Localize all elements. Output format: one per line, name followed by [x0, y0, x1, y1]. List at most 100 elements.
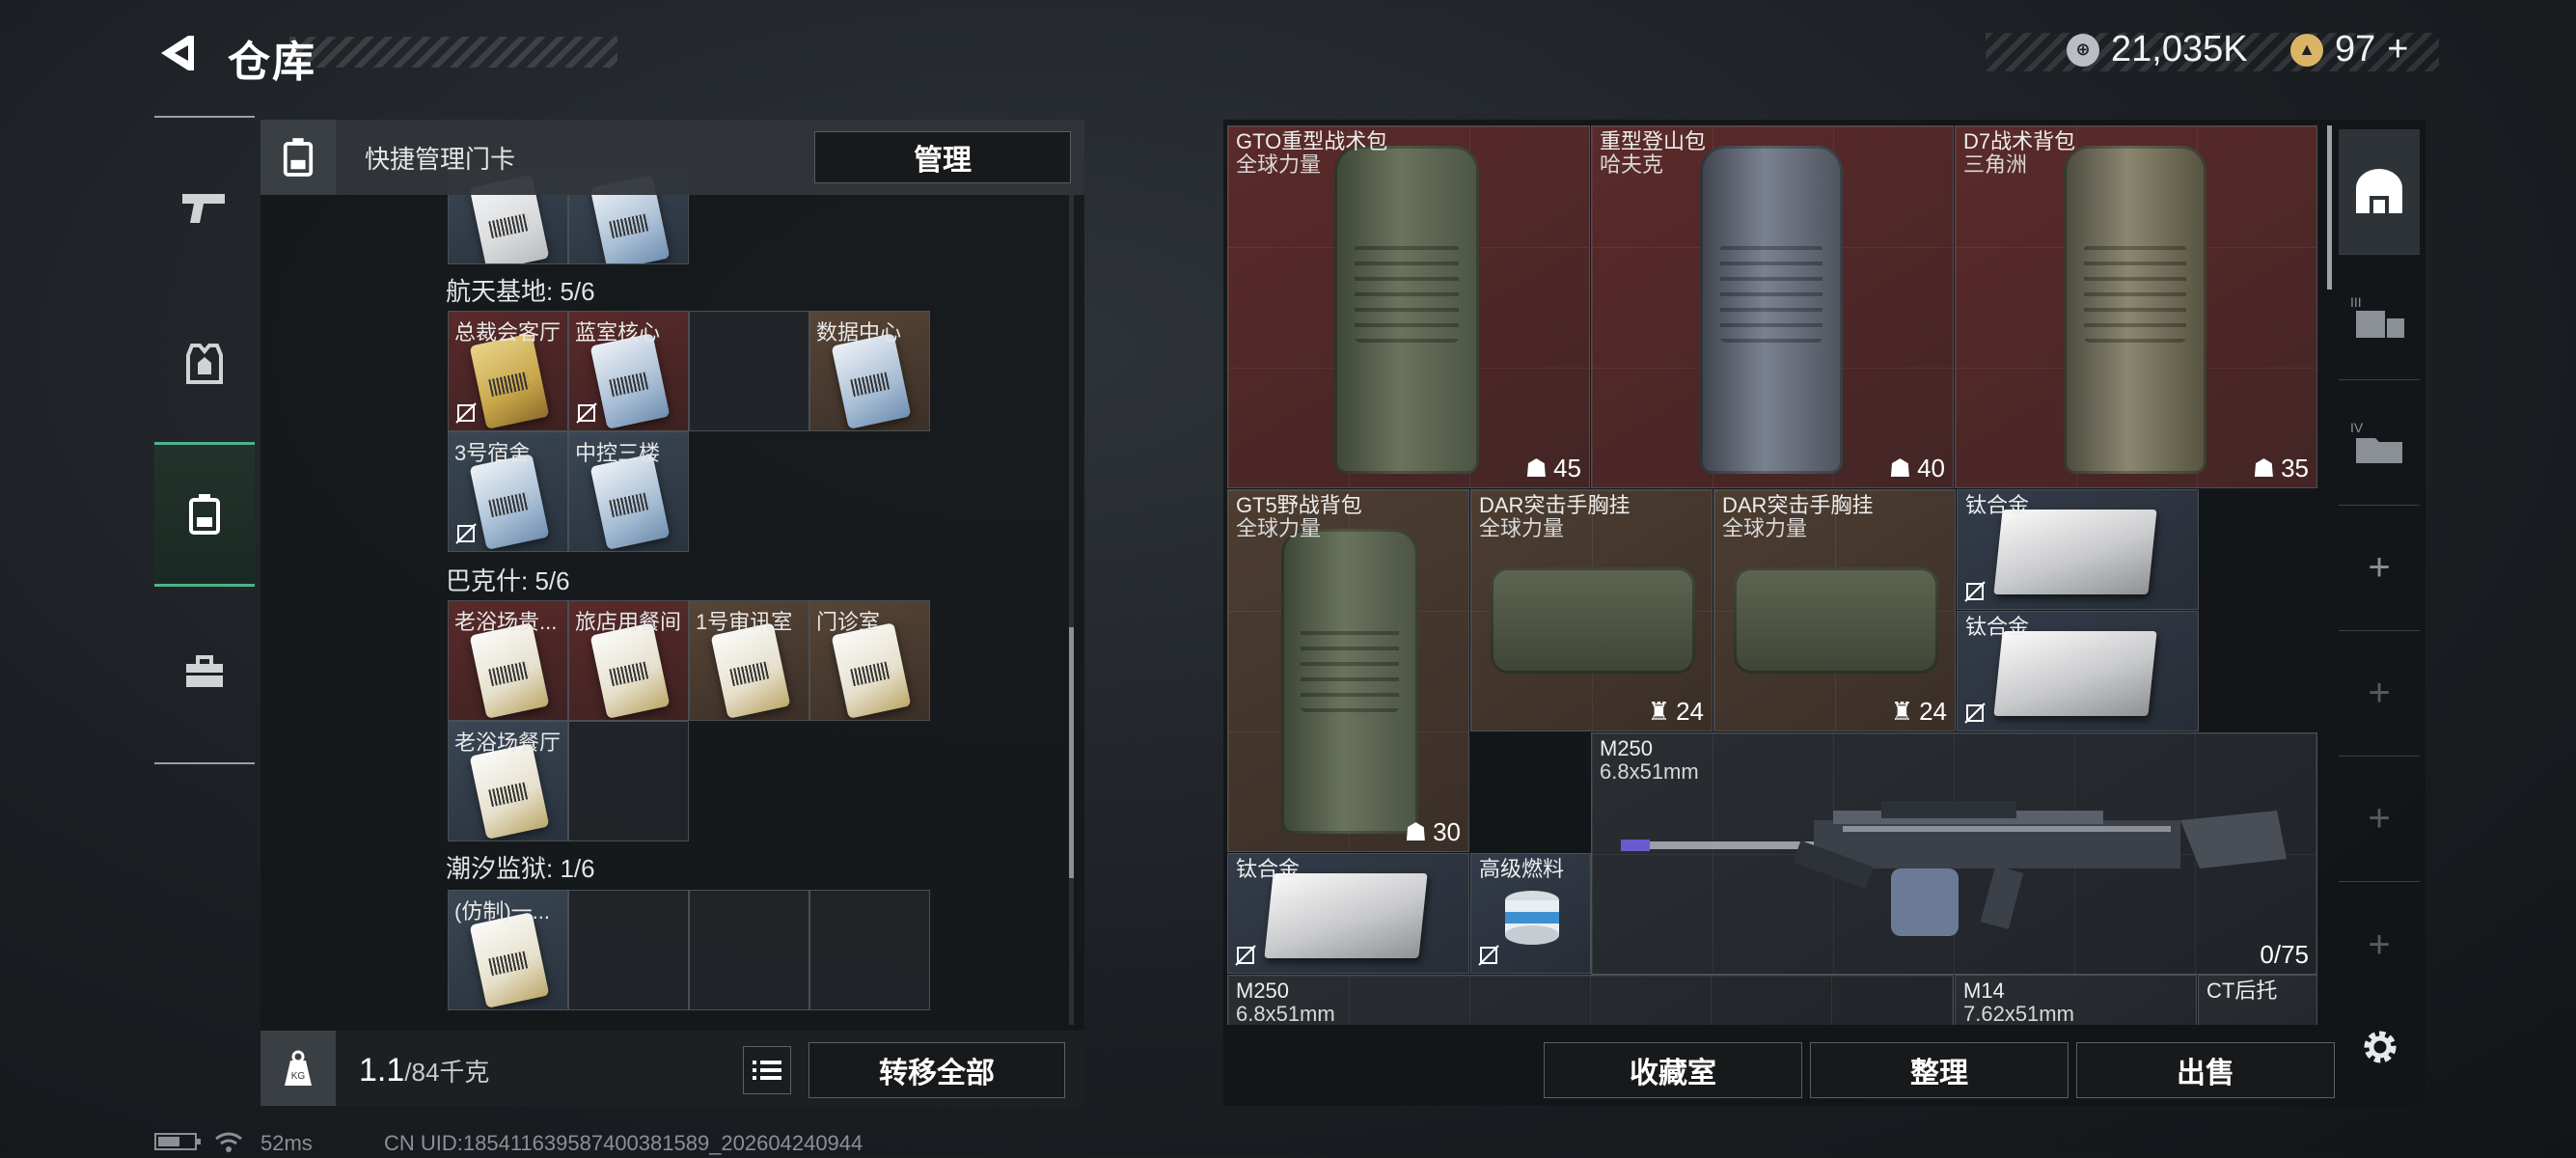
keycard-slot-empty[interactable]: [689, 890, 809, 1010]
manage-button[interactable]: 管理: [814, 131, 1071, 183]
keycard-slot[interactable]: 门诊室: [809, 600, 930, 721]
item-caliber: 7.62x51mm: [1963, 1002, 2074, 1026]
gear-icon: [2364, 1031, 2397, 1063]
rail-armor[interactable]: [154, 291, 255, 436]
keycard-slot-empty[interactable]: [689, 311, 809, 431]
item-caliber: 6.8x51mm: [1600, 759, 1699, 784]
stash-item-m14[interactable]: M14 7.62x51mm: [1955, 975, 2197, 1025]
transfer-all-button[interactable]: 转移全部: [808, 1042, 1065, 1098]
keycard-image: [831, 333, 912, 429]
rail-toolbox[interactable]: [154, 600, 255, 745]
keycard-slot[interactable]: 旅店用餐间: [568, 600, 689, 721]
fuel-can-image: [1505, 891, 1559, 945]
plus-icon: +: [2368, 923, 2391, 966]
keycard-slot[interactable]: 1号审讯室: [689, 600, 809, 721]
money-coin-icon: ⊕: [2067, 33, 2099, 67]
collection-room-button[interactable]: 收藏室: [1544, 1042, 1802, 1098]
keycard-slot[interactable]: 数据中心: [809, 311, 930, 431]
keycard-label: 老浴场贵...: [454, 610, 558, 634]
sell-button[interactable]: 出售: [2076, 1042, 2335, 1098]
keycard-label: (仿制)一...: [454, 899, 550, 924]
keycard-slot-empty[interactable]: [568, 721, 689, 841]
keycard-slot[interactable]: (仿制)一...: [448, 890, 568, 1010]
stash-item-backpack[interactable]: D7战术背包 三角洲 ☗ 35: [1955, 125, 2317, 488]
keycard-slot-empty[interactable]: [568, 890, 689, 1010]
add-stash-tab-button[interactable]: +: [2339, 506, 2420, 631]
stash-scrollbar-thumb[interactable]: [2327, 125, 2332, 290]
battery-icon: [154, 1131, 203, 1158]
keycard-image: [589, 454, 671, 550]
armor-vest-icon: [186, 344, 223, 384]
stash-item-fuel[interactable]: 高级燃料: [1470, 853, 1591, 974]
keycard-slot-empty[interactable]: [809, 890, 930, 1010]
add-stash-tab-button[interactable]: +: [2339, 757, 2420, 882]
titanium-ingot-image: [1264, 873, 1428, 958]
coin-display[interactable]: ▲ 97 +: [2290, 29, 2408, 70]
keycard-label: 总裁会客厅: [454, 320, 562, 345]
settings-button[interactable]: [2356, 1023, 2404, 1071]
keycard-slot[interactable]: 蓝室核心: [568, 311, 689, 431]
item-brand: 哈夫克: [1600, 152, 1664, 177]
slots-icon: ♜: [1890, 697, 1914, 726]
add-stash-tab-button[interactable]: +: [2339, 882, 2420, 1007]
stash-item-m250[interactable]: M250 6.8x51mm 0/75: [1591, 732, 2317, 975]
no-trade-icon: [455, 402, 477, 424]
back-button[interactable]: [152, 29, 201, 77]
keycard-image: [831, 622, 912, 719]
chest-rig-image: [1734, 567, 1938, 674]
stash-tab-3[interactable]: III: [2339, 255, 2420, 380]
no-trade-icon: [1964, 703, 1986, 724]
keycard-label: 3号宿舍: [454, 441, 531, 465]
rail-keycards[interactable]: [154, 442, 255, 587]
stash-item-m250[interactable]: M250 6.8x51mm: [1227, 975, 1954, 1025]
keycard-image: [469, 622, 550, 719]
keycard-image: [710, 622, 791, 719]
backpack-image: [2064, 146, 2206, 474]
keycard-holder-icon: [260, 120, 336, 195]
stash-item-backpack[interactable]: GT5野战背包 全球力量 ☗ 30: [1227, 489, 1469, 852]
keycard-slot[interactable]: 3号宿舍: [448, 431, 568, 552]
keycard-scrollbar-thumb[interactable]: [1069, 627, 1074, 878]
no-trade-icon: [1964, 581, 1986, 602]
stash-item-stock[interactable]: CT后托: [2198, 975, 2317, 1025]
keycard-slot[interactable]: 总裁会客厅: [448, 311, 568, 431]
keycard-label: 门诊室: [816, 610, 881, 634]
weight-readout: 1.1/84千克: [359, 1052, 489, 1089]
list-view-button[interactable]: [743, 1046, 791, 1094]
item-brand: 全球力量: [1236, 152, 1322, 177]
category-rail: [154, 116, 255, 764]
no-trade-icon: [1478, 945, 1499, 966]
stash-item-titanium[interactable]: 钛合金: [1957, 611, 2199, 731]
add-stash-tab-button[interactable]: +: [2339, 631, 2420, 757]
stash-item-backpack[interactable]: 重型登山包 哈夫克 ☗ 40: [1591, 125, 1954, 488]
item-name: 高级燃料: [1479, 857, 1565, 881]
item-name: 钛合金: [1965, 615, 2030, 639]
plus-icon: +: [2368, 797, 2391, 840]
keycard-slot[interactable]: 老浴场贵...: [448, 600, 568, 721]
item-name: 钛合金: [1236, 857, 1301, 881]
keycard-slot[interactable]: 老浴场餐厅: [448, 721, 568, 841]
no-trade-icon: [1235, 945, 1256, 966]
sort-button[interactable]: 整理: [1810, 1042, 2069, 1098]
stash-item-backpack[interactable]: GTO重型战术包 全球力量 ☗ 45: [1227, 125, 1590, 488]
rail-weapons[interactable]: [154, 135, 255, 280]
stash-tab-main[interactable]: [2339, 129, 2420, 255]
keycard-scrollbar-track[interactable]: [1069, 195, 1074, 1025]
stash-tab-4[interactable]: IV: [2339, 380, 2420, 506]
stash-item-chest-rig[interactable]: DAR突击手胸挂 全球力量 ♜ 24: [1713, 489, 1956, 731]
keycard-label: 1号审讯室: [696, 610, 793, 634]
capacity-icon: ☗: [2252, 454, 2276, 482]
keycard-image: [469, 743, 550, 840]
triangle-coin-icon: ▲: [2290, 33, 2323, 67]
item-name: M14: [1963, 979, 2005, 1003]
backpack-image: [1700, 146, 1843, 474]
item-name: M250: [1236, 979, 1290, 1003]
coin-add-icon[interactable]: +: [2387, 29, 2408, 70]
stash-grid: GTO重型战术包 全球力量 ☗ 45 重型登山包 哈夫克 ☗ 40 D7战术背包 三…: [1227, 125, 2317, 1025]
stash-item-titanium[interactable]: 钛合金: [1227, 853, 1469, 974]
no-trade-icon: [455, 523, 477, 544]
stash-item-chest-rig[interactable]: DAR突击手胸挂 全球力量 ♜ 24: [1470, 489, 1713, 731]
item-name: DAR突击手胸挂: [1479, 493, 1631, 517]
keycard-slot[interactable]: 中控三楼: [568, 431, 689, 552]
stash-item-titanium[interactable]: 钛合金: [1957, 489, 2199, 610]
